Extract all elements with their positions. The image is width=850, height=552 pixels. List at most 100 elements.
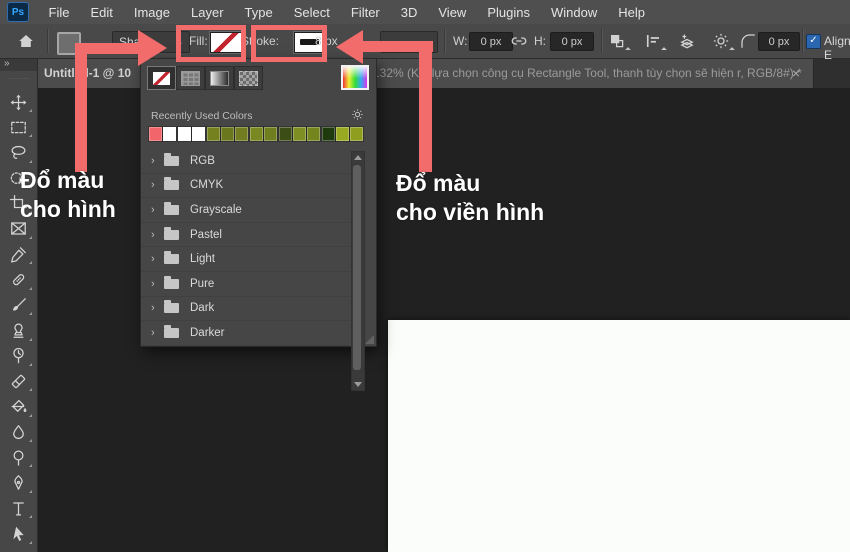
move-tool[interactable] — [7, 92, 32, 112]
paint-bucket-tool[interactable] — [7, 397, 32, 417]
recent-color-swatches — [149, 127, 364, 141]
folder-icon — [164, 152, 179, 166]
menu-item[interactable]: File — [38, 5, 80, 20]
menu-item[interactable]: Window — [540, 5, 607, 20]
color-group-label: Grayscale — [190, 203, 242, 216]
width-label: W: — [453, 34, 468, 48]
menu-item[interactable]: Edit — [80, 5, 123, 20]
pen-tool[interactable] — [7, 473, 32, 493]
color-group-row[interactable]: › Pastel — [141, 223, 350, 248]
color-group-label: Dark — [190, 302, 215, 315]
color-group-row[interactable]: › RGB — [141, 149, 350, 174]
menu-item[interactable]: Help — [608, 5, 656, 20]
color-group-row[interactable]: › Dark — [141, 297, 350, 322]
menu-item[interactable]: Select — [283, 5, 340, 20]
clone-stamp-tool[interactable] — [7, 321, 32, 341]
fill-highlight-rectangle — [176, 25, 246, 62]
dodge-tool[interactable] — [7, 447, 32, 468]
color-group-row[interactable]: › Pure — [141, 272, 350, 297]
chevron-right-icon[interactable]: › — [151, 327, 164, 339]
scroll-up-icon[interactable] — [354, 155, 362, 160]
link-dimensions-icon[interactable] — [508, 30, 530, 52]
color-swatch[interactable] — [292, 127, 306, 141]
color-swatch[interactable] — [321, 127, 335, 141]
history-brush-tool[interactable] — [7, 346, 32, 366]
color-group-row[interactable]: › Light — [141, 247, 350, 272]
color-group-list: › RGB › CMYK › Grayscale › Pastel › Ligh… — [141, 149, 350, 346]
color-swatch[interactable] — [278, 127, 292, 141]
chevron-right-icon[interactable]: › — [151, 229, 164, 241]
eraser-tool[interactable] — [7, 371, 32, 392]
menu-items: File Edit Image Layer Type Select Filter 3D View… — [38, 5, 655, 20]
color-swatch[interactable] — [206, 127, 220, 141]
lasso-tool[interactable] — [7, 143, 32, 163]
type-tool[interactable] — [7, 498, 32, 519]
chevron-right-icon[interactable]: › — [151, 179, 164, 191]
shape-height-input[interactable]: 0 px — [550, 32, 594, 51]
close-tab-icon[interactable]: × — [792, 65, 800, 81]
home-icon[interactable] — [15, 30, 37, 52]
stroke-annotation-text: Đổ màu cho viền hình — [396, 170, 545, 225]
chevron-right-icon[interactable]: › — [151, 204, 164, 216]
color-group-label: Light — [190, 253, 215, 266]
document-canvas[interactable] — [388, 320, 850, 552]
color-group-row[interactable]: › Grayscale — [141, 198, 350, 223]
folder-icon — [164, 275, 179, 289]
folder-icon — [164, 226, 179, 240]
path-arrangement-icon[interactable] — [676, 30, 698, 52]
color-picker-button[interactable] — [341, 65, 369, 90]
folder-icon — [164, 177, 179, 191]
color-swatch[interactable] — [235, 127, 249, 141]
color-swatch[interactable] — [249, 127, 263, 141]
color-swatch[interactable] — [163, 127, 177, 141]
chevron-right-icon[interactable]: › — [151, 155, 164, 167]
menu-item[interactable]: Filter — [340, 5, 390, 20]
expand-toolbar-button[interactable]: » — [0, 58, 37, 71]
color-group-row[interactable]: › Darker — [141, 321, 350, 346]
chevron-right-icon[interactable]: › — [151, 302, 164, 314]
menu-item[interactable]: Layer — [181, 5, 235, 20]
spot-healing-tool[interactable] — [7, 270, 32, 290]
gear-icon[interactable] — [710, 30, 735, 53]
shape-width-input[interactable]: 0 px — [469, 32, 513, 51]
chevron-right-icon[interactable]: › — [151, 253, 164, 265]
menu-item[interactable]: View — [428, 5, 477, 20]
marquee-tool[interactable] — [7, 117, 32, 138]
scrollbar-thumb[interactable] — [353, 165, 361, 370]
color-swatch[interactable] — [177, 127, 191, 141]
color-swatch[interactable] — [220, 127, 234, 141]
fill-mode-gradient-button[interactable] — [205, 66, 234, 90]
fill-mode-none-button[interactable] — [147, 66, 176, 90]
fill-mode-solid-button[interactable] — [176, 66, 205, 90]
scroll-down-icon[interactable] — [354, 382, 362, 387]
panel-resize-grip[interactable] — [365, 335, 374, 344]
fill-arrow-head-icon — [138, 30, 167, 66]
menu-item[interactable]: Type — [234, 5, 283, 20]
panel-settings-gear-icon[interactable] — [351, 108, 364, 126]
color-swatch[interactable] — [149, 127, 162, 141]
blur-tool[interactable] — [7, 422, 32, 443]
brush-tool[interactable] — [7, 295, 32, 316]
path-alignment-icon[interactable] — [642, 30, 667, 53]
align-edges-checkbox[interactable]: ✓ — [806, 34, 821, 49]
fill-picker-panel: Recently Used Colors › RGB › CMYK › Gray… — [140, 58, 377, 391]
panel-scrollbar[interactable] — [351, 151, 365, 391]
color-group-row[interactable]: › CMYK — [141, 174, 350, 199]
color-swatch[interactable] — [192, 127, 206, 141]
menu-item[interactable]: 3D — [390, 5, 428, 20]
separator — [444, 29, 446, 53]
color-swatch[interactable] — [336, 127, 350, 141]
menu-item[interactable]: Image — [123, 5, 180, 20]
path-operations-icon[interactable] — [606, 30, 631, 53]
color-swatch[interactable] — [307, 127, 321, 141]
eyedropper-tool[interactable] — [7, 244, 32, 265]
toolbar-grip[interactable] — [8, 71, 29, 79]
path-selection-tool[interactable] — [7, 524, 32, 544]
menu-item[interactable]: Plugins — [477, 5, 541, 20]
color-swatch[interactable] — [350, 127, 364, 141]
color-swatch[interactable] — [264, 127, 278, 141]
corner-radius-input[interactable]: 0 px — [758, 32, 800, 51]
folder-icon — [164, 201, 179, 215]
chevron-right-icon[interactable]: › — [151, 278, 164, 290]
fill-mode-pattern-button[interactable] — [234, 66, 263, 90]
